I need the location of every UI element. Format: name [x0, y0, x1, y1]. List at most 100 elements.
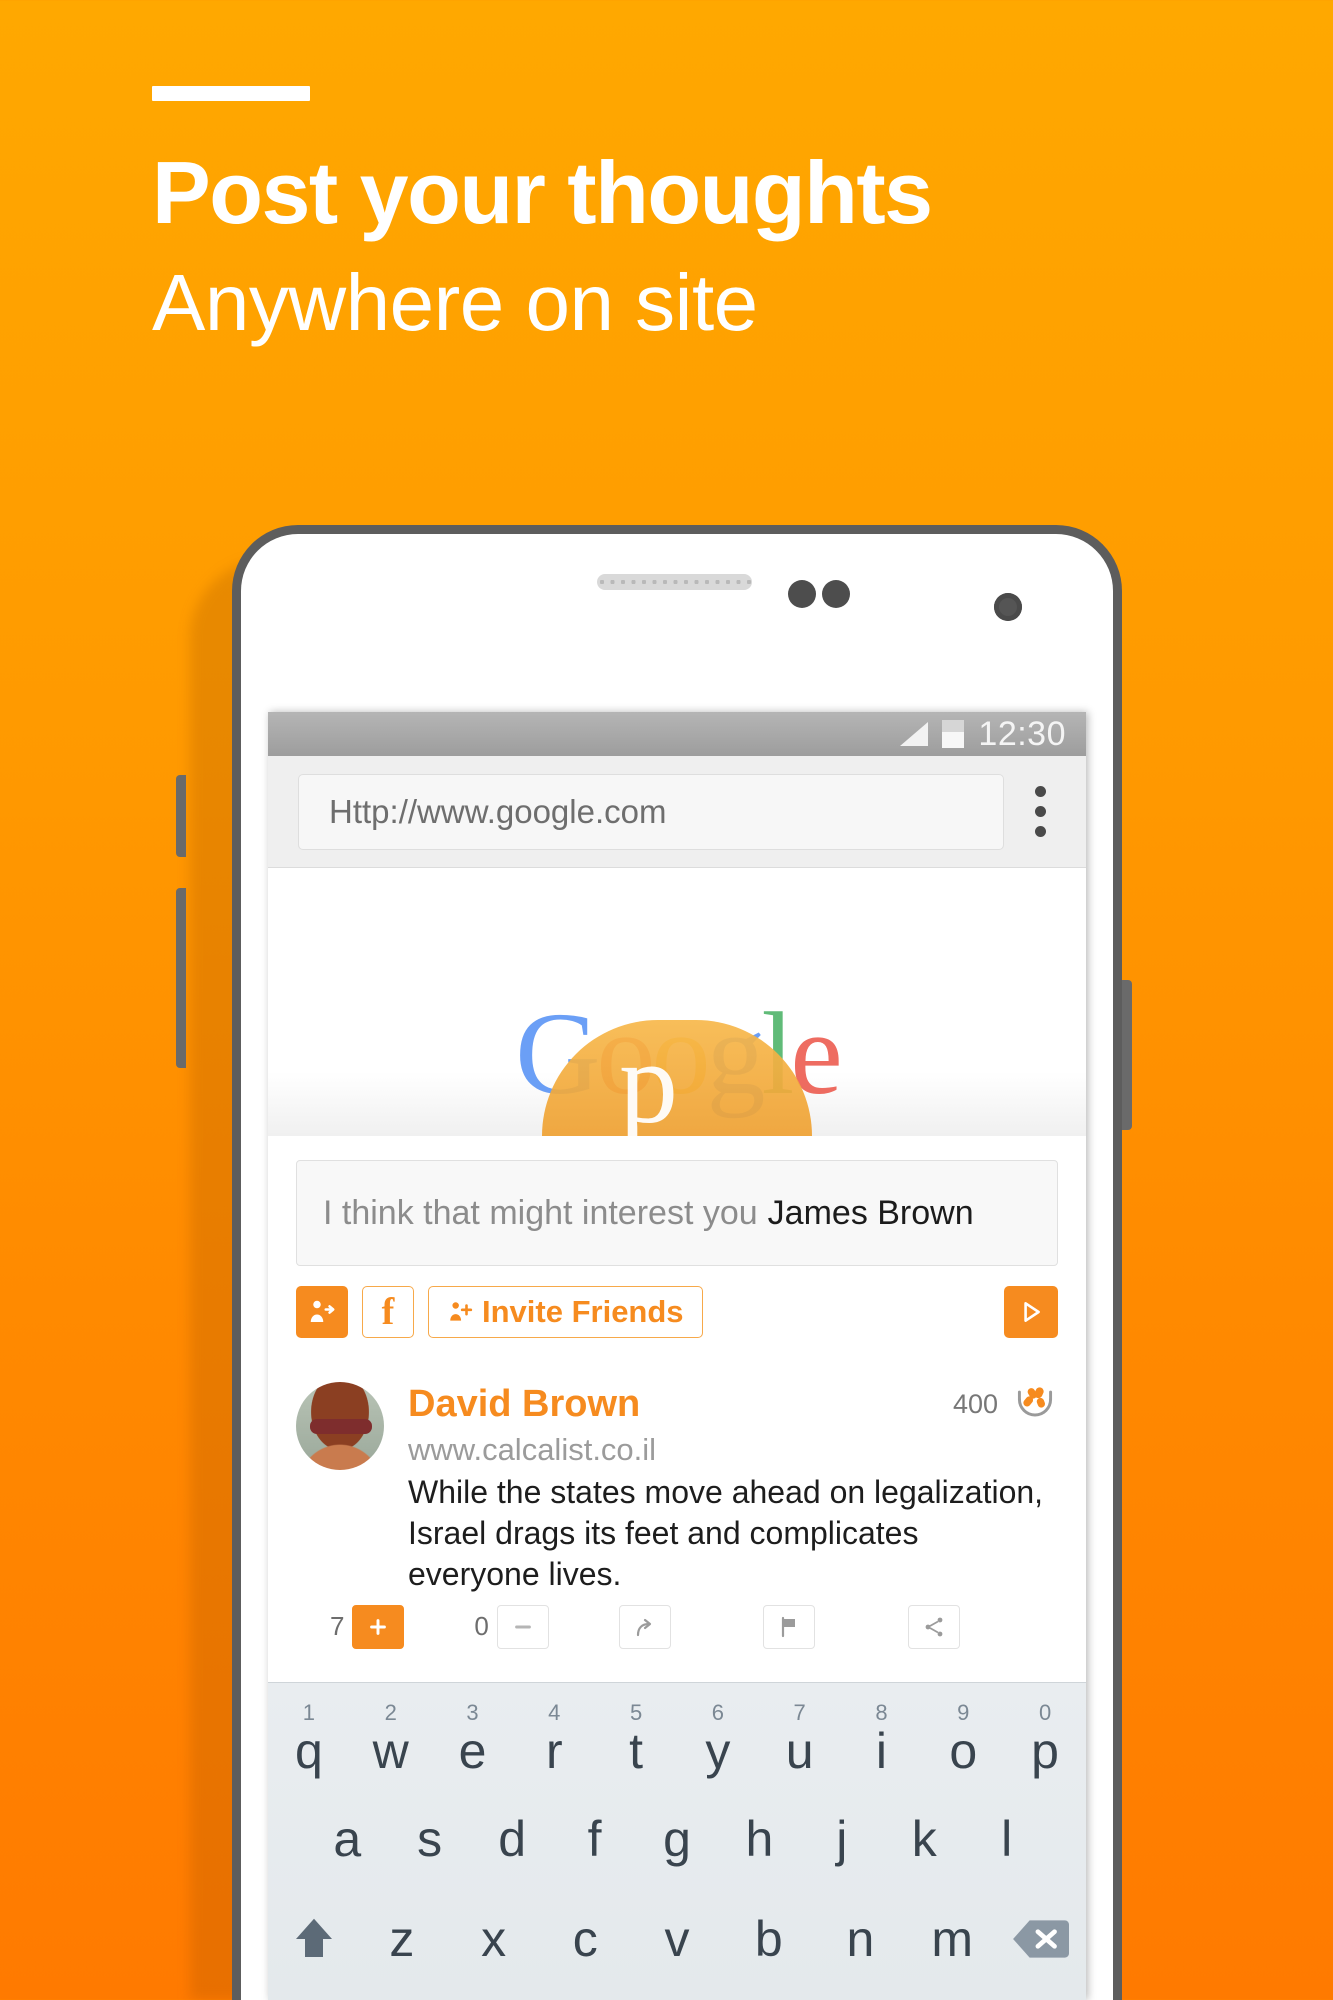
key-v[interactable]: v: [631, 1914, 723, 1964]
key-letter: e: [458, 1723, 487, 1779]
facebook-share-button[interactable]: f: [362, 1286, 414, 1338]
key-number: 0: [1038, 1700, 1052, 1725]
upvote-count: 7: [330, 1611, 345, 1642]
overflow-menu-icon[interactable]: [1004, 786, 1076, 837]
popcorn-bowl-icon: [1017, 1387, 1053, 1417]
key-letter: u: [785, 1723, 814, 1779]
on-screen-keyboard[interactable]: 1q 2w 3e 4r 5t 6y 7u 8i 9o 0p a s d f g …: [268, 1682, 1086, 2000]
key-i[interactable]: 8i: [841, 1700, 923, 1779]
phone-screen: 12:30 Http://www.google.com Google p I t…: [268, 712, 1086, 2000]
key-letter: f: [587, 1811, 602, 1867]
key-x[interactable]: x: [448, 1914, 540, 1964]
key-o[interactable]: 9o: [922, 1702, 1004, 1777]
status-bar-clock: 12:30: [978, 714, 1066, 753]
compose-section: I think that might interest you James Br…: [268, 1136, 1086, 1266]
compose-input[interactable]: I think that might interest you James Br…: [296, 1160, 1058, 1266]
key-y[interactable]: 6y: [677, 1700, 759, 1779]
key-s[interactable]: s: [388, 1814, 470, 1864]
downvote-action[interactable]: 0: [474, 1604, 618, 1649]
key-p[interactable]: 0p: [1004, 1700, 1086, 1779]
share-icon[interactable]: [907, 1604, 960, 1649]
key-letter: y: [705, 1723, 731, 1779]
keyboard-row-3: z x c v b n m: [268, 1889, 1086, 1989]
person-plus-icon: [450, 1302, 473, 1321]
speaker-grill-icon: [597, 574, 752, 590]
flag-icon[interactable]: [763, 1604, 816, 1649]
backspace-key[interactable]: [998, 1917, 1082, 1961]
reply-action[interactable]: [618, 1604, 763, 1649]
key-n[interactable]: n: [815, 1914, 907, 1964]
compose-action-row: f Invite Friends: [268, 1266, 1086, 1360]
webpage-content: Google p: [268, 868, 1086, 1142]
browser-address-bar: Http://www.google.com: [268, 756, 1086, 868]
avatar[interactable]: [296, 1382, 384, 1470]
key-letter: m: [931, 1911, 973, 1967]
downvote-count: 0: [474, 1611, 489, 1642]
post-text-line: Israel drags its feet and complicates ev…: [408, 1514, 919, 1592]
key-h[interactable]: h: [718, 1814, 800, 1864]
shift-key[interactable]: [272, 1912, 356, 1966]
key-e[interactable]: 3e: [432, 1702, 514, 1779]
key-a[interactable]: a: [306, 1814, 388, 1864]
key-t[interactable]: 5t: [595, 1700, 677, 1779]
plus-icon[interactable]: [352, 1604, 405, 1649]
status-bar: 12:30: [268, 712, 1086, 756]
flag-action[interactable]: [763, 1604, 907, 1649]
key-d[interactable]: d: [471, 1814, 553, 1864]
key-letter: h: [745, 1811, 774, 1867]
phone-volume-up-button[interactable]: [176, 775, 186, 857]
key-g[interactable]: g: [636, 1814, 718, 1864]
key-m[interactable]: m: [906, 1914, 998, 1964]
key-letter: x: [481, 1911, 507, 1967]
key-l[interactable]: l: [966, 1814, 1048, 1864]
proximity-sensor-icon: [788, 580, 816, 608]
post-text: While the states move ahead on legalizat…: [408, 1472, 1058, 1595]
post-source-url[interactable]: www.calcalist.co.il: [408, 1432, 1058, 1468]
shift-arrow-icon: [296, 1918, 332, 1957]
key-number: 1: [302, 1700, 316, 1725]
add-friend-button[interactable]: [296, 1286, 348, 1338]
key-number: 8: [875, 1700, 888, 1725]
key-number: 5: [629, 1700, 643, 1725]
key-letter: n: [846, 1911, 875, 1967]
key-q[interactable]: 1q: [268, 1700, 350, 1777]
post-author-name[interactable]: David Brown: [408, 1383, 640, 1426]
key-w[interactable]: 2w: [350, 1700, 432, 1777]
key-number: 2: [384, 1700, 397, 1725]
key-c[interactable]: c: [539, 1914, 631, 1964]
post-body: David Brown 400 www.calcalist.co.il Whil…: [408, 1382, 1058, 1595]
key-j[interactable]: j: [801, 1814, 883, 1864]
upvote-action[interactable]: 7: [330, 1604, 474, 1649]
compose-placeholder-text: I think that might interest you: [323, 1193, 758, 1232]
key-u[interactable]: 7u: [759, 1702, 841, 1779]
key-letter: l: [1001, 1811, 1013, 1867]
sunglasses-detail: [310, 1419, 372, 1434]
reply-arrow-icon[interactable]: [618, 1604, 671, 1649]
send-button[interactable]: [1004, 1286, 1058, 1338]
phone-volume-down-button[interactable]: [176, 888, 186, 1068]
post-action-bar: 7 0: [268, 1594, 1086, 1649]
key-r[interactable]: 4r: [513, 1700, 595, 1777]
url-input[interactable]: Http://www.google.com: [298, 773, 1004, 850]
key-letter: i: [875, 1723, 888, 1779]
key-letter: s: [417, 1811, 443, 1867]
key-letter: p: [1031, 1723, 1059, 1779]
post-score-count: 400: [952, 1388, 998, 1419]
invite-friends-button[interactable]: Invite Friends: [428, 1286, 703, 1338]
phone-power-button[interactable]: [1122, 980, 1132, 1130]
key-k[interactable]: k: [883, 1814, 965, 1864]
key-number: 4: [548, 1700, 561, 1725]
share-action[interactable]: [907, 1604, 1052, 1649]
light-sensor-icon: [822, 580, 850, 608]
key-letter: t: [629, 1723, 644, 1779]
key-letter: a: [333, 1811, 362, 1867]
key-b[interactable]: b: [723, 1914, 815, 1964]
key-letter: k: [911, 1811, 937, 1867]
hero-rule-divider: [152, 86, 310, 101]
minus-icon[interactable]: [496, 1604, 549, 1649]
key-z[interactable]: z: [356, 1914, 448, 1964]
menu-dot: [1034, 826, 1046, 837]
phone-earpiece-speaker: [597, 574, 752, 590]
key-number: 6: [711, 1700, 724, 1725]
key-f[interactable]: f: [553, 1814, 635, 1864]
